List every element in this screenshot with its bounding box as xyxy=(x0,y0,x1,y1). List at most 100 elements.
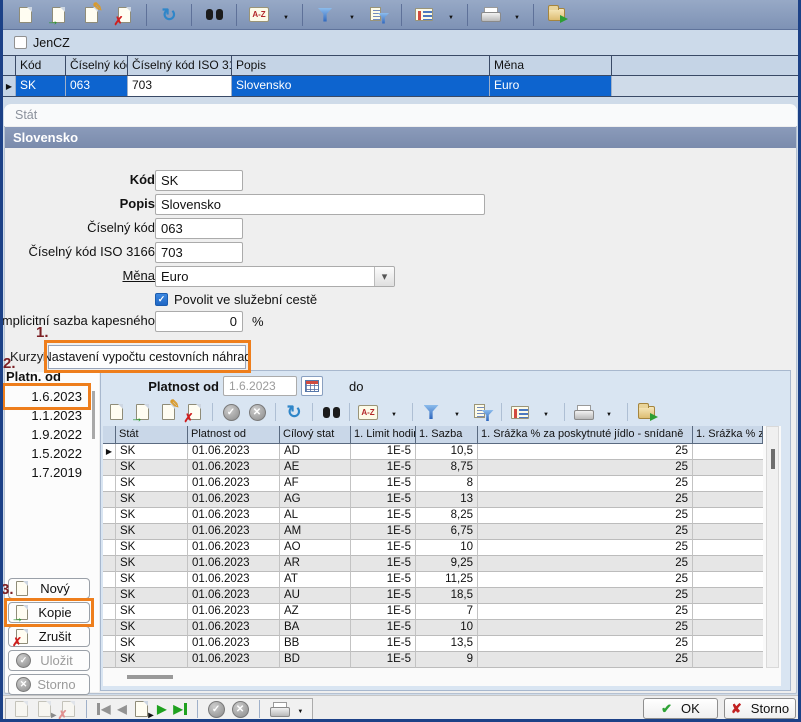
ciselny-kod-field[interactable]: 063 xyxy=(155,218,243,239)
list-scrollbar[interactable] xyxy=(92,391,95,439)
table-row[interactable]: SK 01.06.2023 AL 1E-5 8,25 25 xyxy=(103,508,763,524)
cell-limit-hodin[interactable]: 1E-5 xyxy=(351,556,416,572)
cell-srazka-next[interactable] xyxy=(693,540,763,556)
cell-sazba[interactable]: 10 xyxy=(416,620,478,636)
cell-cilovy-stat[interactable]: BD xyxy=(280,652,351,668)
cell-srazka-next[interactable] xyxy=(693,588,763,604)
cell-platnost-od[interactable]: 01.06.2023 xyxy=(188,524,280,540)
column-header-srazka-snidane[interactable]: 1. Srážka % za poskytnuté jídlo - snídan… xyxy=(478,426,693,444)
cell-srazka-snidane[interactable]: 25 xyxy=(478,508,693,524)
cell-cilovy-stat[interactable]: BB xyxy=(280,636,351,652)
column-header-mena[interactable]: Měna xyxy=(490,56,612,75)
cell-cilovy-stat[interactable]: AT xyxy=(280,572,351,588)
cell-mena[interactable]: Euro xyxy=(490,76,612,96)
cell-srazka-next[interactable] xyxy=(693,508,763,524)
edit-rate-button[interactable] xyxy=(157,401,179,423)
cell-stat[interactable]: SK xyxy=(116,492,188,508)
previous-record-icon[interactable] xyxy=(118,703,127,715)
calendar-button[interactable] xyxy=(301,376,323,396)
cell-sazba[interactable]: 10 xyxy=(416,540,478,556)
delete-record-button[interactable] xyxy=(110,2,138,28)
cell-sazba[interactable]: 8 xyxy=(416,476,478,492)
columns-rates-button[interactable] xyxy=(509,401,531,423)
cell-cilovy-stat[interactable]: AZ xyxy=(280,604,351,620)
column-header-iso[interactable]: Číselný kód ISO 3166 xyxy=(128,56,232,75)
cell-limit-hodin[interactable]: 1E-5 xyxy=(351,572,416,588)
edit-record-button[interactable] xyxy=(77,2,105,28)
print-button[interactable] xyxy=(476,2,504,28)
storno-button[interactable]: Storno xyxy=(724,698,796,719)
cell-limit-hodin[interactable]: 1E-5 xyxy=(351,636,416,652)
cell-stat[interactable]: SK xyxy=(116,540,188,556)
cell-srazka-next[interactable] xyxy=(693,444,763,460)
cell-sazba[interactable]: 6,75 xyxy=(416,524,478,540)
sazba-field[interactable]: 0 xyxy=(155,311,243,332)
validity-date-item[interactable]: 1.5.2022 xyxy=(4,444,88,463)
ulozit-button[interactable]: Uložit xyxy=(8,650,90,671)
cell-srazka-snidane[interactable]: 25 xyxy=(478,636,693,652)
last-record-icon[interactable] xyxy=(173,703,186,715)
column-header-limit-hodin[interactable]: 1. Limit hodin xyxy=(351,426,416,444)
povolit-checkbox[interactable] xyxy=(155,293,168,306)
zrusit-button[interactable]: Zrušit xyxy=(8,626,90,647)
cell-srazka-snidane[interactable]: 25 xyxy=(478,444,693,460)
column-header-stat[interactable]: Stát xyxy=(116,426,188,444)
cell-sazba[interactable]: 7 xyxy=(416,604,478,620)
table-row[interactable]: SK 01.06.2023 AM 1E-5 6,75 25 xyxy=(103,524,763,540)
cell-stat[interactable]: SK xyxy=(116,620,188,636)
cell-srazka-next[interactable] xyxy=(693,460,763,476)
cell-platnost-od[interactable]: 01.06.2023 xyxy=(188,476,280,492)
column-header-srazka-next[interactable]: 1. Srážka % za pos xyxy=(693,426,763,444)
cell-cilovy-stat[interactable]: AM xyxy=(280,524,351,540)
table-row[interactable]: SK 01.06.2023 AE 1E-5 8,75 25 xyxy=(103,460,763,476)
cell-platnost-od[interactable]: 01.06.2023 xyxy=(188,620,280,636)
cell-srazka-next[interactable] xyxy=(693,620,763,636)
cell-limit-hodin[interactable]: 1E-5 xyxy=(351,444,416,460)
cell-platnost-od[interactable]: 01.06.2023 xyxy=(188,588,280,604)
table-row[interactable]: SK 01.06.2023 AU 1E-5 18,5 25 xyxy=(103,588,763,604)
refresh-button[interactable] xyxy=(155,2,183,28)
filter-button[interactable] xyxy=(311,2,339,28)
filter-dropdown[interactable] xyxy=(344,2,360,28)
cell-limit-hodin[interactable]: 1E-5 xyxy=(351,492,416,508)
cell-cilovy-stat[interactable]: BA xyxy=(280,620,351,636)
cell-platnost-od[interactable]: 01.06.2023 xyxy=(188,444,280,460)
cell-srazka-snidane[interactable]: 25 xyxy=(478,572,693,588)
cell-srazka-next[interactable] xyxy=(693,556,763,572)
cell-stat[interactable]: SK xyxy=(116,508,188,524)
filter-rates-by-selection-button[interactable] xyxy=(472,401,494,423)
columns-dropdown[interactable] xyxy=(443,2,459,28)
storno-side-button[interactable]: Storno xyxy=(8,674,90,695)
table-row[interactable]: SK 01.06.2023 BA 1E-5 10 25 xyxy=(103,620,763,636)
cell-srazka-snidane[interactable]: 25 xyxy=(478,652,693,668)
iso-field[interactable]: 703 xyxy=(155,242,243,263)
cancel-button[interactable] xyxy=(246,401,268,423)
cell-platnost-od[interactable]: 01.06.2023 xyxy=(188,604,280,620)
next-record-icon[interactable] xyxy=(157,703,166,715)
cell-srazka-snidane[interactable]: 25 xyxy=(478,476,693,492)
columns-button[interactable] xyxy=(410,2,438,28)
filter-by-selection-button[interactable] xyxy=(365,2,393,28)
column-header-platnost-od[interactable]: Platnost od xyxy=(188,426,280,444)
delete-rate-button[interactable] xyxy=(183,401,205,423)
accept-circle-icon[interactable] xyxy=(208,701,225,718)
table-row[interactable]: SK 01.06.2023 AT 1E-5 11,25 25 xyxy=(103,572,763,588)
copy-record-button[interactable] xyxy=(44,2,72,28)
cell-iso-focused[interactable]: 703 xyxy=(128,76,232,96)
table-row[interactable]: SK 01.06.2023 BB 1E-5 13,5 25 xyxy=(103,636,763,652)
cell-stat[interactable]: SK xyxy=(116,588,188,604)
cell-limit-hodin[interactable]: 1E-5 xyxy=(351,476,416,492)
column-header-kod[interactable]: Kód xyxy=(16,56,66,75)
cell-srazka-snidane[interactable]: 25 xyxy=(478,492,693,508)
new-rate-button[interactable] xyxy=(105,401,127,423)
cell-cilovy-stat[interactable]: AR xyxy=(280,556,351,572)
filter-rates-dropdown[interactable] xyxy=(446,401,468,423)
cell-ciselny-kod[interactable]: 063 xyxy=(66,76,128,96)
cell-limit-hodin[interactable]: 1E-5 xyxy=(351,620,416,636)
table-row[interactable]: SK 01.06.2023 AZ 1E-5 7 25 xyxy=(103,604,763,620)
column-header-popis[interactable]: Popis xyxy=(232,56,490,75)
table-row[interactable]: SK 01.06.2023 AG 1E-5 13 25 xyxy=(103,492,763,508)
cell-cilovy-stat[interactable]: AD xyxy=(280,444,351,460)
sort-dropdown[interactable] xyxy=(278,2,294,28)
platnost-od-field[interactable]: 1.6.2023 xyxy=(223,376,297,396)
